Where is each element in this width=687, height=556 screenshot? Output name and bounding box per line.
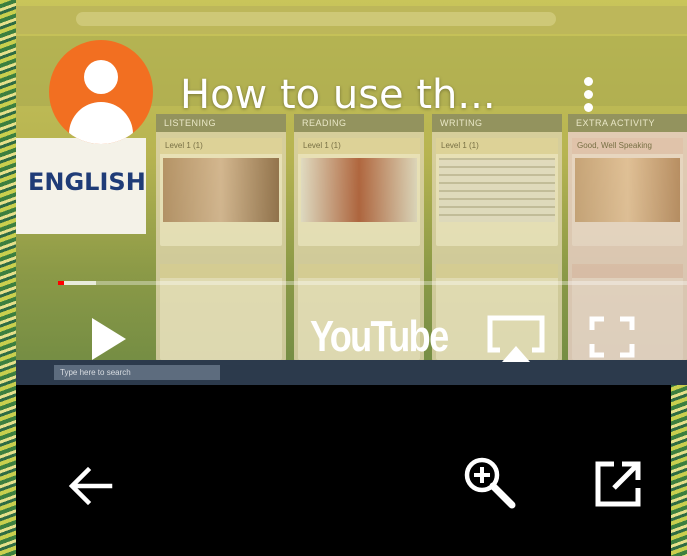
- thumbnail-card-heading: Level 1 (1): [298, 138, 420, 154]
- thumbnail-photo: [575, 158, 680, 222]
- thumbnail-english-word: ENGLISH: [28, 168, 146, 196]
- open-external-icon[interactable]: [592, 458, 644, 510]
- thumbnail-photo: [301, 158, 417, 222]
- youtube-logo[interactable]: YouTube: [310, 312, 449, 362]
- arrow-back-icon[interactable]: [66, 462, 114, 510]
- thumbnail-taskbar-search: Type here to search: [54, 365, 220, 380]
- video-progress-bar[interactable]: [58, 281, 687, 285]
- thumbnail-card-heading: Good, Well Speaking: [572, 138, 683, 154]
- thumbnail-card-heading: Level 1 (1): [160, 138, 282, 154]
- thumbnail-english-image: ENGLISH: [16, 138, 146, 234]
- airplay-icon[interactable]: [486, 314, 546, 364]
- thumbnail-card-heading-blank: [160, 264, 282, 278]
- avatar-body-shape: [69, 102, 133, 144]
- thumbnail-card: Level 1 (1): [298, 138, 420, 246]
- bottom-toolbar: [16, 385, 671, 556]
- more-vert-icon[interactable]: [580, 77, 596, 117]
- thumbnail-table-preview: [439, 158, 555, 222]
- thumbnail-card-heading: Level 1 (1): [436, 138, 558, 154]
- avatar-head-shape: [84, 60, 118, 94]
- thumbnail-address-bar: [76, 12, 556, 26]
- thumbnail-card-heading-blank: [572, 264, 683, 278]
- video-played-fill: [58, 281, 65, 285]
- thumbnail-column: LISTENING Level 1 (1): [156, 114, 286, 362]
- thumbnail-card-heading-blank: [436, 264, 558, 278]
- thumbnail-card: [160, 264, 282, 360]
- zoom-in-icon[interactable]: [462, 455, 516, 509]
- thumbnail-card: Level 1 (1): [436, 138, 558, 246]
- video-title[interactable]: How to use th...: [180, 72, 496, 118]
- decorative-border-left: [0, 0, 16, 556]
- fullscreen-icon[interactable]: [589, 316, 635, 358]
- channel-avatar-icon[interactable]: [49, 40, 153, 144]
- play-icon[interactable]: [92, 318, 126, 360]
- thumbnail-card: Good, Well Speaking: [572, 138, 683, 246]
- thumbnail-photo: [163, 158, 279, 222]
- thumbnail-card-heading-blank: [298, 264, 420, 278]
- thumbnail-card: Level 1 (1): [160, 138, 282, 246]
- thumbnail-taskbar: Type here to search: [16, 360, 687, 385]
